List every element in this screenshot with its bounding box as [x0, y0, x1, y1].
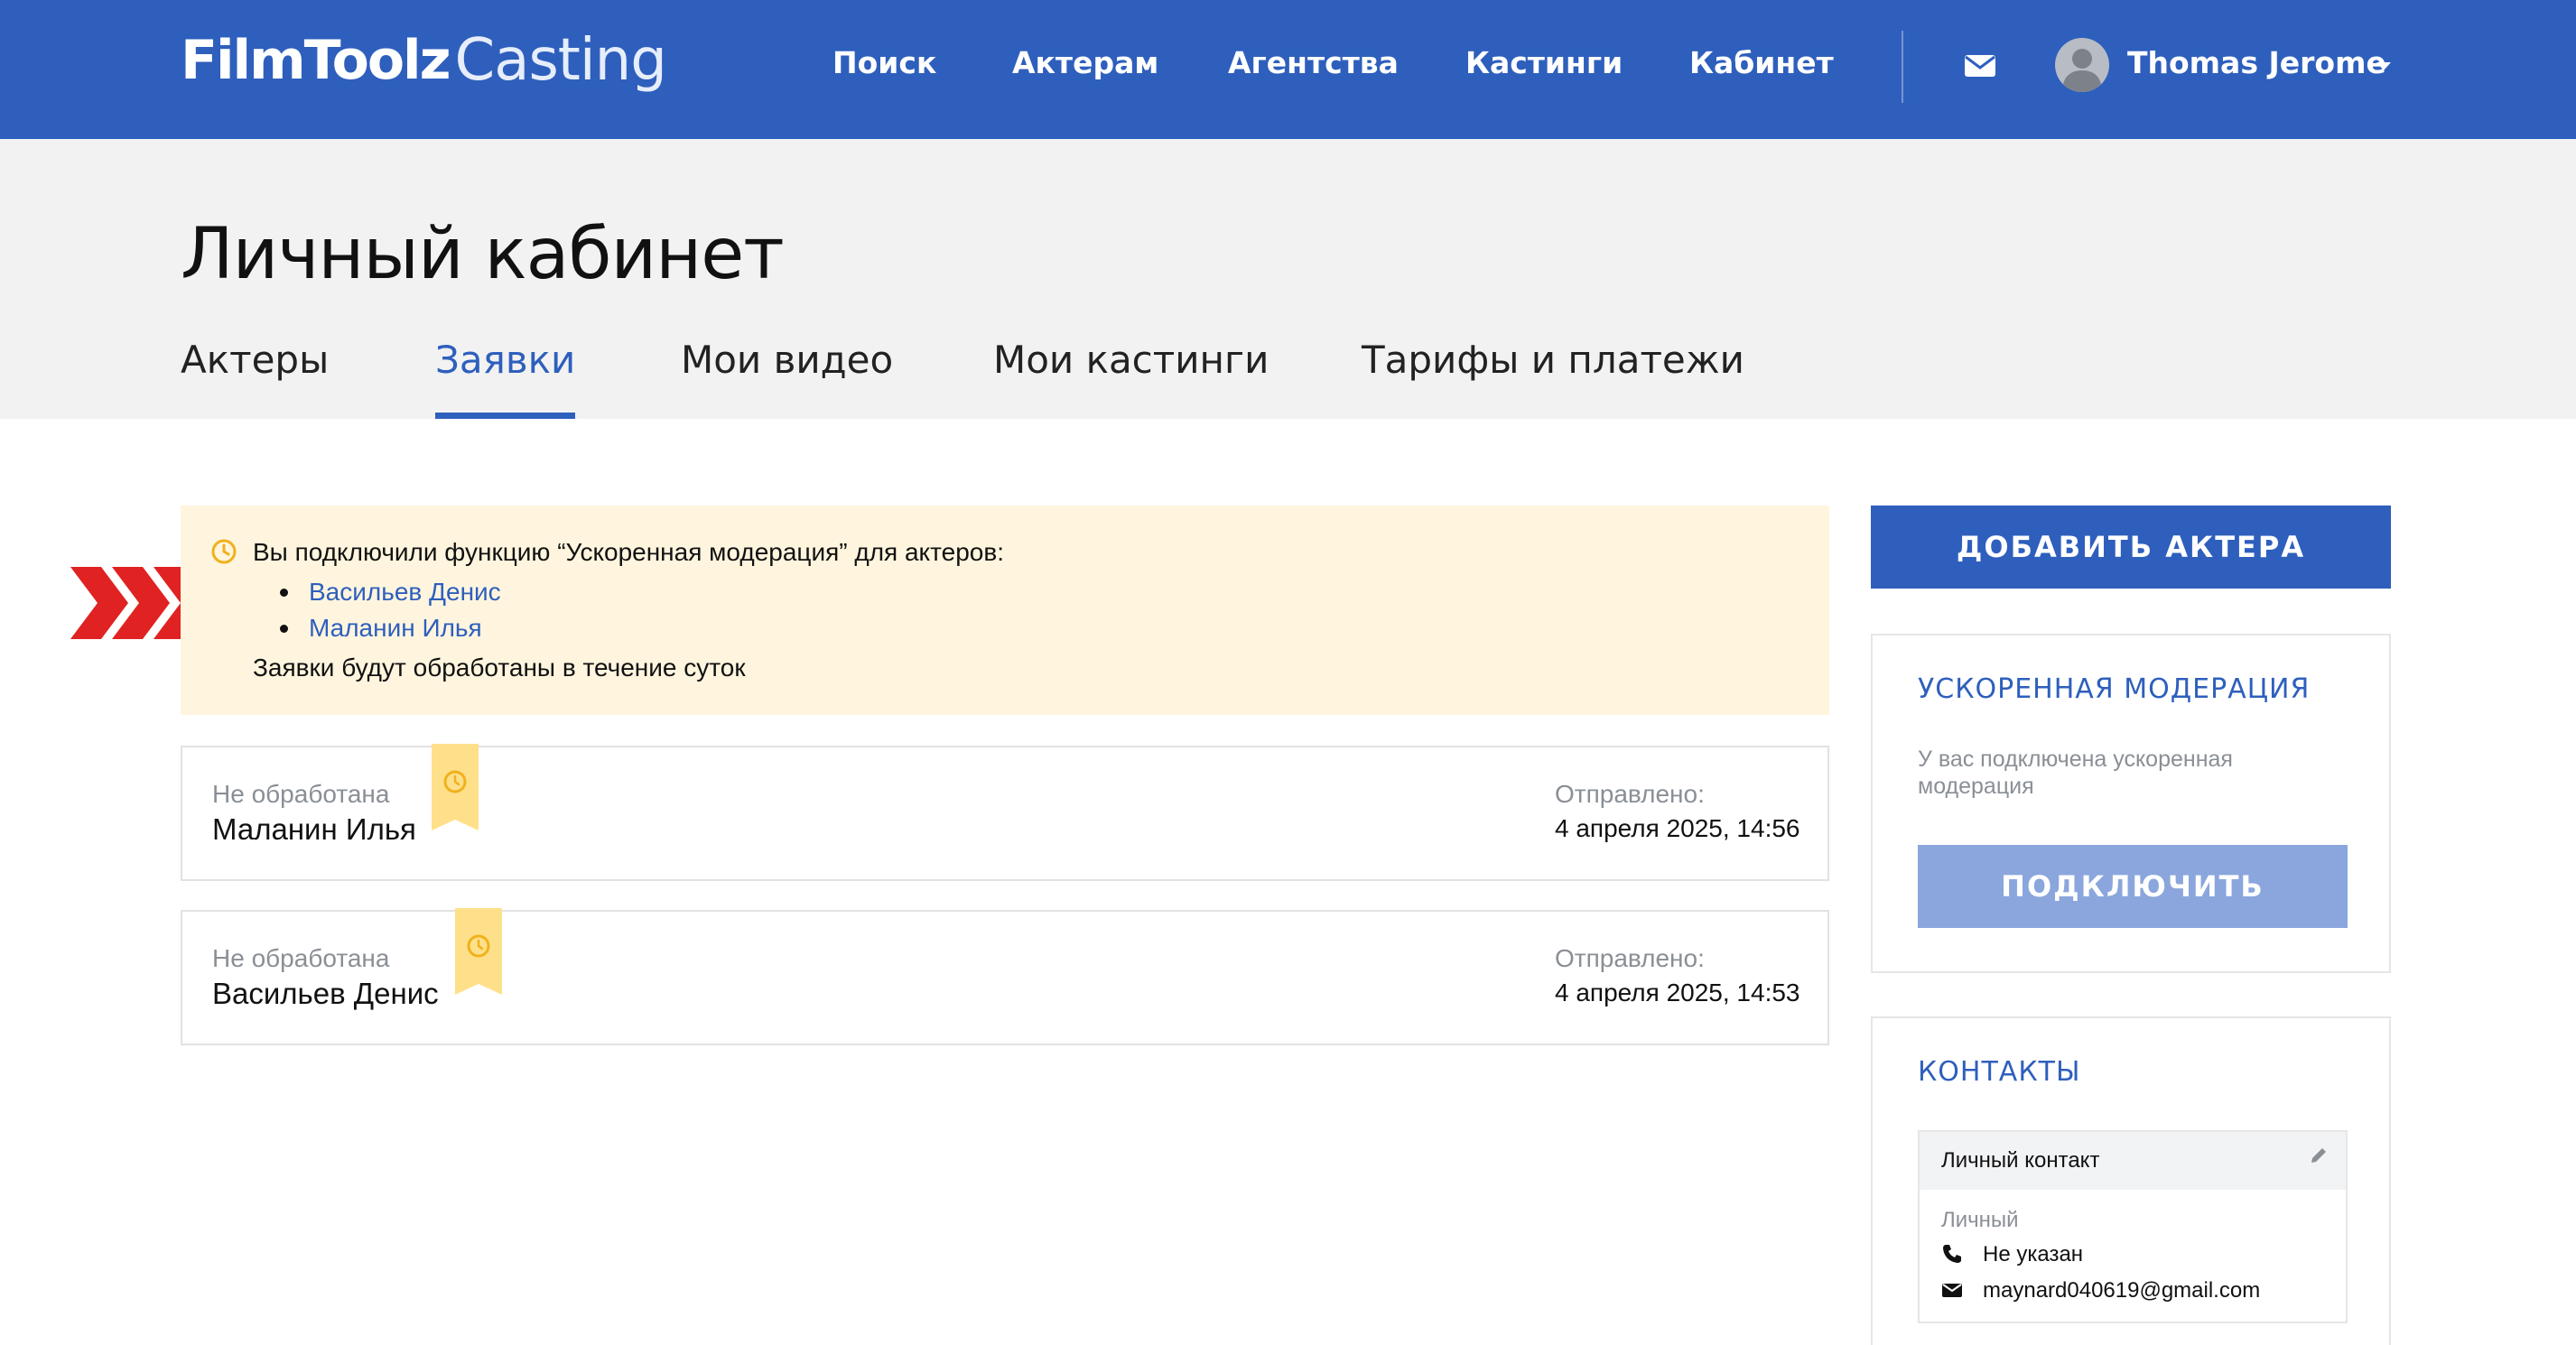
nav-divider — [1902, 31, 1903, 103]
envelope-icon — [1942, 1284, 1962, 1297]
request-sent-label: Отправлено: — [1555, 944, 1705, 972]
page-title: Личный кабинет — [181, 214, 785, 295]
request-sent-date: 4 апреля 2025, 14:53 — [1555, 979, 1800, 1006]
request-card[interactable]: Не обработана Васильев Денис Отправлено:… — [181, 908, 1829, 1045]
request-status: Не обработана — [212, 780, 390, 808]
notice-actor-list: Васильев Денис Маланин Илья — [280, 574, 501, 646]
user-name[interactable]: Thomas Jerome — [2127, 45, 2386, 80]
avatar[interactable] — [2055, 38, 2109, 92]
moderation-title: УСКОРЕННАЯ МОДЕРАЦИЯ — [1918, 673, 2311, 705]
contact-email-row: maynard040619@gmail.com — [1941, 1278, 2260, 1303]
logo-light-text: Casting — [454, 27, 667, 94]
nav-cabinet[interactable]: Кабинет — [1689, 45, 1834, 80]
contacts-box: КОНТАКТЫ Личный контакт Личный Не указан… — [1871, 1016, 2391, 1345]
request-sent-date: 4 апреля 2025, 14:56 — [1555, 814, 1800, 842]
envelope-icon[interactable] — [1965, 55, 1995, 77]
contact-card-header: Личный контакт — [1920, 1132, 2346, 1190]
nav-castings[interactable]: Кастинги — [1465, 45, 1623, 80]
contact-card-title: Личный контакт — [1941, 1148, 2100, 1173]
request-card[interactable]: Не обработана Маланин Илья Отправлено: 4… — [181, 744, 1829, 881]
tab-requests[interactable]: Заявки — [435, 338, 576, 419]
contact-email[interactable]: maynard040619@gmail.com — [1983, 1278, 2260, 1303]
notice-actor-link[interactable]: Маланин Илья — [280, 610, 501, 646]
tab-my-castings[interactable]: Мои кастинги — [993, 338, 1269, 419]
tab-tariffs-payments[interactable]: Тарифы и платежи — [1362, 338, 1744, 419]
notice-footer: Заявки будут обработаны в течение суток — [253, 654, 746, 682]
page-header: Личный кабинет Актеры Заявки Мои видео М… — [0, 139, 2576, 419]
contact-phone: Не указан — [1983, 1242, 2084, 1266]
clock-ribbon-icon — [432, 744, 479, 830]
add-actor-button[interactable]: ДОБАВИТЬ АКТЕРА — [1871, 506, 2391, 589]
caret-down-icon[interactable] — [2376, 62, 2391, 70]
request-actor-name[interactable]: Маланин Илья — [212, 812, 416, 847]
filmtoolz-logo[interactable]: FilmToolzCasting — [181, 27, 667, 99]
logo-bold-text: FilmToolz — [181, 29, 451, 92]
request-status: Не обработана — [212, 944, 390, 972]
request-actor-name[interactable]: Васильев Денис — [212, 977, 439, 1011]
moderation-notice: Вы подключили функцию “Ускоренная модера… — [181, 506, 1829, 715]
top-navbar: FilmToolzCasting Поиск Актерам Агентства… — [0, 0, 2576, 139]
tab-my-videos[interactable]: Мои видео — [681, 338, 893, 419]
tab-actors[interactable]: Актеры — [181, 338, 329, 419]
phone-icon — [1943, 1245, 1961, 1263]
connect-button[interactable]: ПОДКЛЮЧИТЬ — [1918, 845, 2348, 928]
moderation-box: УСКОРЕННАЯ МОДЕРАЦИЯ У вас подключена ус… — [1871, 634, 2391, 973]
clock-ribbon-icon — [455, 908, 502, 995]
request-sent-label: Отправлено: — [1555, 780, 1705, 808]
clock-icon — [211, 539, 237, 564]
contact-phone-row: Не указан — [1941, 1242, 2083, 1267]
contacts-title: КОНТАКТЫ — [1918, 1056, 2081, 1088]
nav-actors[interactable]: Актерам — [1012, 45, 1158, 80]
pencil-icon[interactable] — [2308, 1145, 2330, 1166]
nav-search[interactable]: Поиск — [832, 45, 936, 80]
contact-type: Личный — [1941, 1208, 2019, 1232]
notice-text: Вы подключили функцию “Ускоренная модера… — [253, 538, 1005, 566]
moderation-description: У вас подключена ускоренная модерация — [1918, 747, 2233, 799]
user-silhouette-icon — [2062, 49, 2102, 92]
contact-card: Личный контакт Личный Не указан maynard0… — [1918, 1130, 2348, 1323]
nav-agencies[interactable]: Агентства — [1228, 45, 1399, 80]
notice-actor-link[interactable]: Васильев Денис — [280, 574, 501, 610]
